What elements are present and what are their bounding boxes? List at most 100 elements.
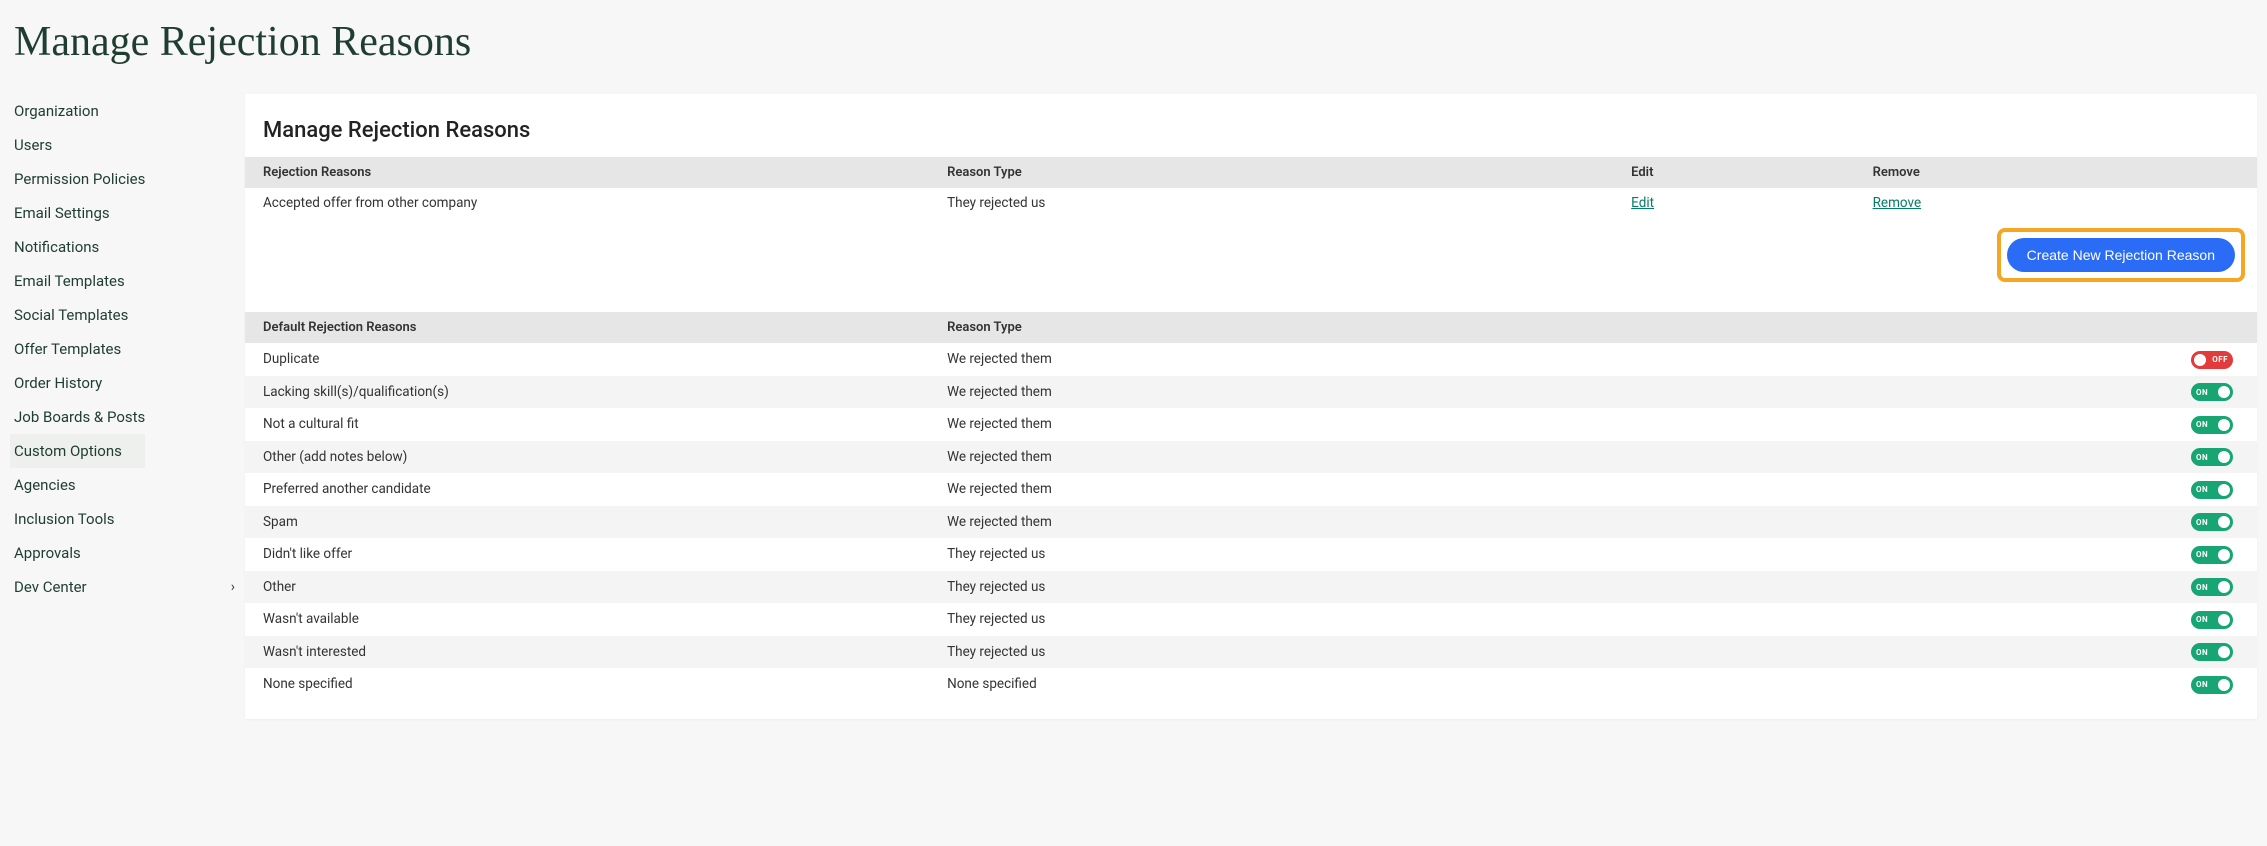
sidebar: Organization Users Permission Policies Emai… xyxy=(0,94,245,604)
toggle-knob xyxy=(2218,484,2230,496)
cell-reason: Wasn't interested xyxy=(245,636,929,669)
toggle-label: ON xyxy=(2196,680,2208,689)
sidebar-item-approvals[interactable]: Approvals xyxy=(10,536,245,570)
sidebar-item-label: Order History xyxy=(14,374,102,392)
main-panel: Manage Rejection Reasons Rejection Reaso… xyxy=(245,94,2257,719)
table-row: Didn't like offerThey rejected usON xyxy=(245,538,2257,571)
sidebar-item-permission-policies[interactable]: Permission Policies xyxy=(10,162,245,196)
th-rejection-reasons: Rejection Reasons xyxy=(245,157,929,188)
cell-toggle: ON xyxy=(1855,668,2257,701)
toggle-knob xyxy=(2218,451,2230,463)
toggle-knob xyxy=(2218,386,2230,398)
cell-reason: Wasn't available xyxy=(245,603,929,636)
enable-toggle[interactable]: ON xyxy=(2191,448,2233,466)
cell-toggle: ON xyxy=(1855,408,2257,441)
enable-toggle[interactable]: ON xyxy=(2191,481,2233,499)
sidebar-item-label: Approvals xyxy=(14,544,81,562)
th-default-reason-type: Reason Type xyxy=(929,312,2257,343)
toggle-label: ON xyxy=(2196,518,2208,527)
table-row: None specifiedNone specifiedON xyxy=(245,668,2257,701)
cell-remove: Remove xyxy=(1855,188,2257,218)
cell-toggle: ON xyxy=(1855,473,2257,506)
sidebar-item-inclusion-tools[interactable]: Inclusion Tools xyxy=(10,502,245,536)
highlight-frame: Create New Rejection Reason xyxy=(1997,228,2245,282)
table-row: Other (add notes below)We rejected them O… xyxy=(245,441,2257,474)
create-action-row: Create New Rejection Reason xyxy=(245,218,2257,312)
cell-toggle: ON xyxy=(1855,571,2257,604)
create-new-rejection-reason-button[interactable]: Create New Rejection Reason xyxy=(2007,238,2235,272)
cell-toggle: ON xyxy=(1855,441,2257,474)
table-row: Preferred another candidateWe rejected t… xyxy=(245,473,2257,506)
th-edit: Edit xyxy=(1613,157,1854,188)
cell-type: We rejected them xyxy=(929,376,1855,409)
cell-type: We rejected them xyxy=(929,408,1855,441)
cell-type: We rejected them xyxy=(929,441,1855,474)
sidebar-item-order-history[interactable]: Order History xyxy=(10,366,245,400)
toggle-knob xyxy=(2218,646,2230,658)
cell-reason: None specified xyxy=(245,668,929,701)
toggle-knob xyxy=(2218,679,2230,691)
sidebar-item-notifications[interactable]: Notifications xyxy=(10,230,245,264)
layout: Organization Users Permission Policies Emai… xyxy=(0,94,2267,719)
enable-toggle[interactable]: ON xyxy=(2191,383,2233,401)
sidebar-item-label: Email Templates xyxy=(14,272,125,290)
sidebar-item-dev-center[interactable]: Dev Center › xyxy=(10,570,245,604)
cell-type: They rejected us xyxy=(929,188,1613,218)
sidebar-item-social-templates[interactable]: Social Templates xyxy=(10,298,245,332)
cell-toggle: OFF xyxy=(1855,343,2257,376)
cell-reason: Other (add notes below) xyxy=(245,441,929,474)
cell-type: We rejected them xyxy=(929,343,1855,376)
sidebar-item-label: Job Boards & Posts xyxy=(14,408,145,426)
toggle-knob xyxy=(2218,614,2230,626)
sidebar-item-job-boards-posts[interactable]: Job Boards & Posts xyxy=(10,400,245,434)
toggle-label: ON xyxy=(2196,453,2208,462)
toggle-label: OFF xyxy=(2212,355,2228,364)
sidebar-item-label: Notifications xyxy=(14,238,99,256)
enable-toggle[interactable]: ON xyxy=(2191,611,2233,629)
cell-toggle: ON xyxy=(1855,506,2257,539)
toggle-knob xyxy=(2218,549,2230,561)
sidebar-item-label: Email Settings xyxy=(14,204,110,222)
cell-type: They rejected us xyxy=(929,538,1855,571)
toggle-knob xyxy=(2218,581,2230,593)
sidebar-item-users[interactable]: Users xyxy=(10,128,245,162)
sidebar-item-email-settings[interactable]: Email Settings xyxy=(10,196,245,230)
table-row: Accepted offer from other companyThey re… xyxy=(245,188,2257,218)
cell-edit: Edit xyxy=(1613,188,1854,218)
sidebar-item-organization[interactable]: Organization xyxy=(10,94,245,128)
toggle-knob xyxy=(2218,516,2230,528)
cell-reason: Lacking skill(s)/qualification(s) xyxy=(245,376,929,409)
enable-toggle[interactable]: ON xyxy=(2191,513,2233,531)
cell-toggle: ON xyxy=(1855,636,2257,669)
table-row: Not a cultural fitWe rejected them ON xyxy=(245,408,2257,441)
cell-type: They rejected us xyxy=(929,636,1855,669)
sidebar-item-label: Dev Center xyxy=(14,578,87,596)
sidebar-item-label: Offer Templates xyxy=(14,340,121,358)
sidebar-item-offer-templates[interactable]: Offer Templates xyxy=(10,332,245,366)
chevron-right-icon: › xyxy=(231,579,235,595)
cell-reason: Spam xyxy=(245,506,929,539)
cell-reason: Not a cultural fit xyxy=(245,408,929,441)
enable-toggle[interactable]: ON xyxy=(2191,416,2233,434)
sidebar-item-label: Organization xyxy=(14,102,99,120)
sidebar-item-email-templates[interactable]: Email Templates xyxy=(10,264,245,298)
cell-toggle: ON xyxy=(1855,376,2257,409)
toggle-label: ON xyxy=(2196,648,2208,657)
enable-toggle[interactable]: ON xyxy=(2191,546,2233,564)
sidebar-item-agencies[interactable]: Agencies xyxy=(10,468,245,502)
table-row: SpamWe rejected them ON xyxy=(245,506,2257,539)
sidebar-item-custom-options[interactable]: Custom Options xyxy=(10,434,145,468)
enable-toggle[interactable]: ON xyxy=(2191,643,2233,661)
cell-type: We rejected them xyxy=(929,506,1855,539)
enable-toggle[interactable]: OFF xyxy=(2191,351,2233,369)
cell-toggle: ON xyxy=(1855,538,2257,571)
remove-link[interactable]: Remove xyxy=(1873,195,1922,211)
cell-type: They rejected us xyxy=(929,571,1855,604)
edit-link[interactable]: Edit xyxy=(1631,195,1654,211)
table-row: DuplicateWe rejected them OFF xyxy=(245,343,2257,376)
enable-toggle[interactable]: ON xyxy=(2191,676,2233,694)
cell-reason: Duplicate xyxy=(245,343,929,376)
enable-toggle[interactable]: ON xyxy=(2191,578,2233,596)
sidebar-item-label: Users xyxy=(14,136,52,154)
toggle-label: ON xyxy=(2196,550,2208,559)
